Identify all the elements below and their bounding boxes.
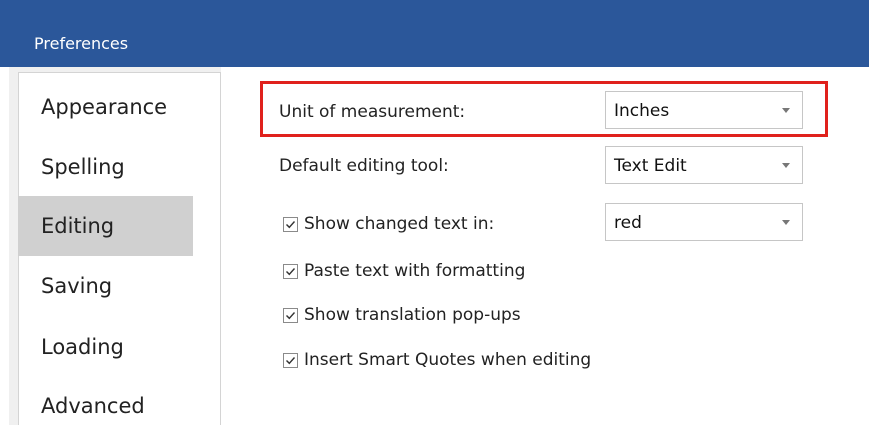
sidebar-item-editing[interactable]: Editing	[18, 196, 193, 256]
tool-value: Text Edit	[614, 156, 687, 176]
tool-dropdown[interactable]: Text Edit	[605, 146, 803, 184]
sidebar-item-loading[interactable]: Loading	[18, 317, 193, 377]
sidebar-item-appearance[interactable]: Appearance	[18, 77, 193, 137]
unit-dropdown[interactable]: Inches	[605, 91, 803, 129]
checkmark-icon	[283, 307, 298, 323]
sidebar-item-saving[interactable]: Saving	[18, 256, 193, 316]
sidebar-item-advanced[interactable]: Advanced	[18, 376, 193, 436]
show-changed-text-checkbox[interactable]: Show changed text in:	[283, 212, 494, 236]
unit-label: Unit of measurement:	[279, 102, 466, 122]
tool-label: Default editing tool:	[279, 156, 449, 176]
window-title: Preferences	[34, 34, 129, 53]
checkmark-icon	[283, 263, 298, 279]
translation-popups-label: Show translation pop-ups	[304, 305, 521, 325]
chevron-down-icon	[782, 108, 790, 113]
paste-formatting-label: Paste text with formatting	[304, 261, 526, 281]
show-changed-text-label: Show changed text in:	[304, 214, 495, 234]
paste-formatting-checkbox[interactable]: Paste text with formatting	[283, 259, 525, 283]
chevron-down-icon	[782, 220, 790, 225]
checkmark-icon	[283, 352, 298, 368]
changed-text-color-value: red	[614, 213, 642, 233]
translation-popups-checkbox[interactable]: Show translation pop-ups	[283, 303, 521, 327]
sidebar-item-spelling[interactable]: Spelling	[18, 137, 193, 197]
changed-text-color-dropdown[interactable]: red	[605, 203, 803, 241]
smart-quotes-checkbox[interactable]: Insert Smart Quotes when editing	[283, 348, 591, 372]
title-bar: Preferences	[0, 0, 869, 67]
chevron-down-icon	[782, 163, 790, 168]
smart-quotes-label: Insert Smart Quotes when editing	[304, 350, 592, 370]
checkmark-icon	[283, 216, 298, 232]
unit-value: Inches	[614, 101, 670, 121]
